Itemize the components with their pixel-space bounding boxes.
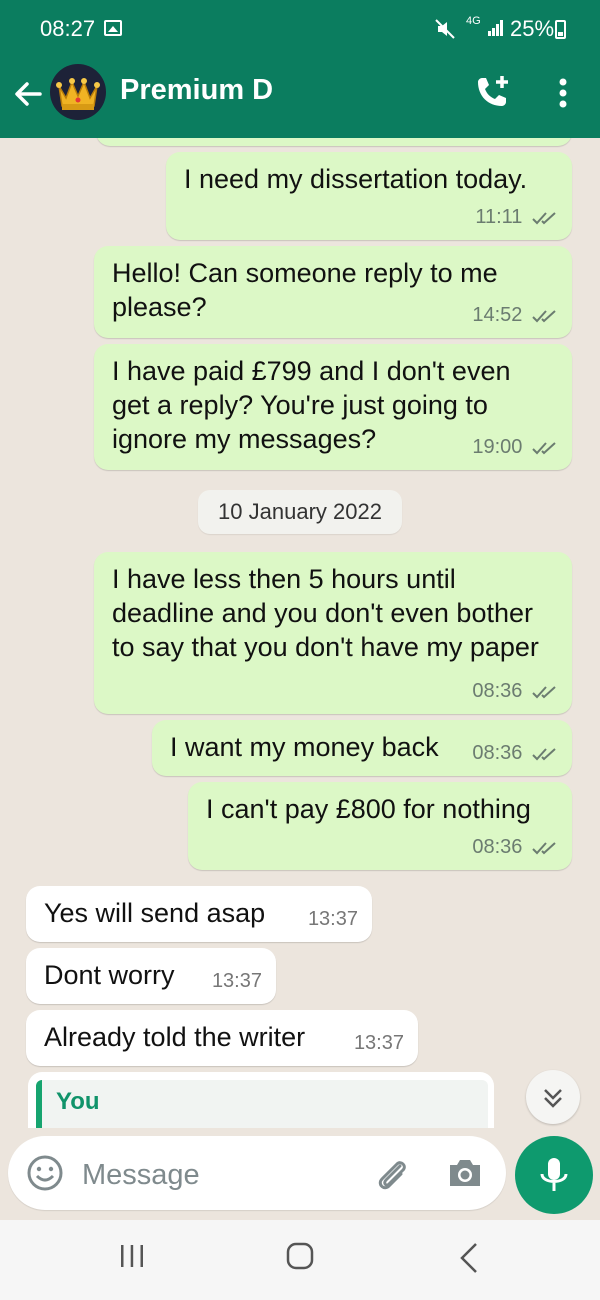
chat-area[interactable]: I need my dissertation today. 11:11 Hell…: [0, 138, 600, 1128]
home-icon[interactable]: [286, 1242, 314, 1270]
status-time: 08:27: [40, 16, 96, 41]
message-time: 08:36: [472, 680, 523, 702]
back-icon[interactable]: [456, 1242, 482, 1274]
message-bubble-outgoing[interactable]: I have less then 5 hours until deadline …: [94, 552, 572, 714]
microphone-icon: [540, 1158, 568, 1191]
message-text: Yes will send asap: [44, 898, 266, 928]
double-check-icon: [532, 441, 556, 455]
message-time: 13:37: [353, 1032, 404, 1054]
message-text: Dont worry: [44, 960, 175, 990]
message-meta: 19:00: [472, 430, 558, 464]
message-text: I need my dissertation today.: [184, 164, 528, 194]
message-meta: 11:11: [475, 200, 558, 234]
double-check-icon: [532, 211, 556, 225]
message-bubble-outgoing[interactable]: I want my money back 08:36: [152, 720, 572, 776]
message-bubble-incoming[interactable]: Already told the writer 13:37: [26, 1010, 418, 1066]
message-time: 11:11: [475, 206, 523, 228]
message-input[interactable]: [80, 1154, 364, 1196]
message-time: 08:36: [472, 742, 523, 764]
message-meta: 08:36: [472, 736, 558, 770]
gallery-notification-icon: [104, 20, 122, 36]
attach-icon[interactable]: [372, 1154, 412, 1194]
message-bubble-incoming[interactable]: Yes will send asap 13:37: [26, 886, 372, 942]
system-navigation-bar: [0, 1220, 600, 1300]
message-meta: 14:52: [472, 298, 558, 332]
quoted-message: You: [36, 1080, 488, 1128]
voice-message-button[interactable]: [515, 1136, 593, 1214]
crown-icon: [56, 78, 100, 110]
message-meta: 08:36: [472, 674, 558, 708]
double-check-icon: [532, 747, 556, 761]
scroll-to-bottom-button[interactable]: [526, 1070, 580, 1124]
message-bubble-outgoing[interactable]: I can't pay £800 for nothing 08:36: [188, 782, 572, 870]
message-text: I have less then 5 hours until deadline …: [112, 564, 539, 662]
message-time: 19:00: [472, 436, 523, 458]
message-meta: 08:36: [472, 830, 558, 864]
message-time: 14:52: [472, 304, 523, 326]
quoted-reply-bubble[interactable]: You: [28, 1072, 494, 1128]
message-bubble-outgoing[interactable]: I need my dissertation today. 11:11: [166, 152, 572, 240]
recent-apps-icon[interactable]: [118, 1242, 146, 1270]
mute-icon: [435, 19, 455, 39]
quoted-author: You: [56, 1088, 100, 1115]
double-check-icon: [532, 685, 556, 699]
signal-icon: [488, 20, 503, 36]
message-time: 13:37: [211, 970, 262, 992]
camera-icon[interactable]: [446, 1156, 484, 1190]
message-bubble-incoming[interactable]: Dont worry 13:37: [26, 948, 276, 1004]
contact-name[interactable]: Premium D: [120, 74, 273, 107]
message-time: 13:37: [307, 908, 358, 930]
message-time: 08:36: [472, 836, 523, 858]
battery-percent: 25%: [510, 16, 555, 41]
network-type: 4G: [466, 15, 481, 27]
battery-icon: [555, 20, 566, 39]
message-bubble-partial: [96, 138, 572, 146]
message-bubble-outgoing[interactable]: Hello! Can someone reply to me please? 1…: [94, 246, 572, 338]
double-check-icon: [532, 841, 556, 855]
emoji-icon[interactable]: [26, 1154, 64, 1192]
status-bar: 08:27 4G 25%: [0, 0, 600, 62]
message-text: Already told the writer: [44, 1022, 306, 1052]
message-text: I want my money back: [170, 732, 439, 762]
message-text: Hello! Can someone reply to me please?: [112, 258, 498, 322]
date-separator: 10 January 2022: [198, 490, 402, 534]
back-arrow-icon[interactable]: [10, 76, 46, 112]
chat-header: Premium D: [0, 62, 600, 138]
double-check-icon: [532, 309, 556, 323]
add-call-icon[interactable]: [472, 72, 512, 112]
avatar[interactable]: [50, 64, 106, 120]
message-text: I can't pay £800 for nothing: [206, 794, 531, 824]
message-bubble-outgoing[interactable]: I have paid £799 and I don't even get a …: [94, 344, 572, 470]
double-chevron-down-icon: [544, 1089, 562, 1108]
more-options-icon[interactable]: [548, 76, 578, 110]
message-composer: [8, 1136, 506, 1210]
